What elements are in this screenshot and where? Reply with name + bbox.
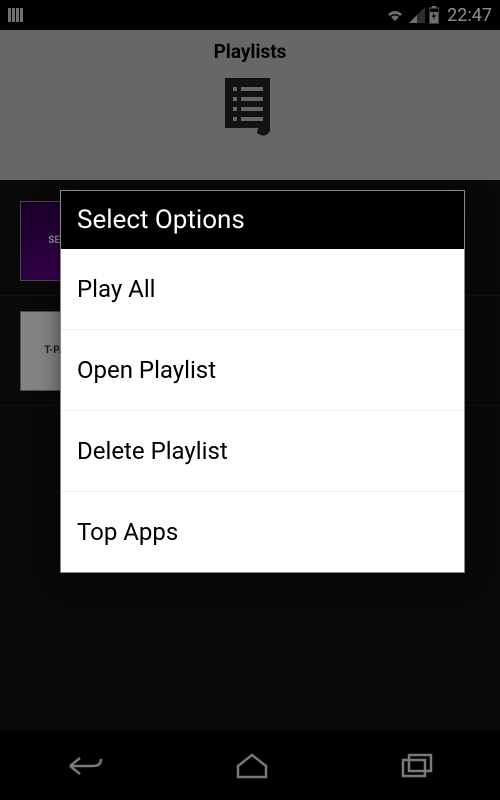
option-play-all[interactable]: Play All bbox=[61, 249, 464, 330]
option-delete-playlist[interactable]: Delete Playlist bbox=[61, 411, 464, 492]
dialog-title: Select Options bbox=[61, 191, 464, 249]
option-open-playlist[interactable]: Open Playlist bbox=[61, 330, 464, 411]
options-dialog: Select Options Play All Open Playlist De… bbox=[60, 190, 465, 573]
option-top-apps[interactable]: Top Apps bbox=[61, 492, 464, 572]
